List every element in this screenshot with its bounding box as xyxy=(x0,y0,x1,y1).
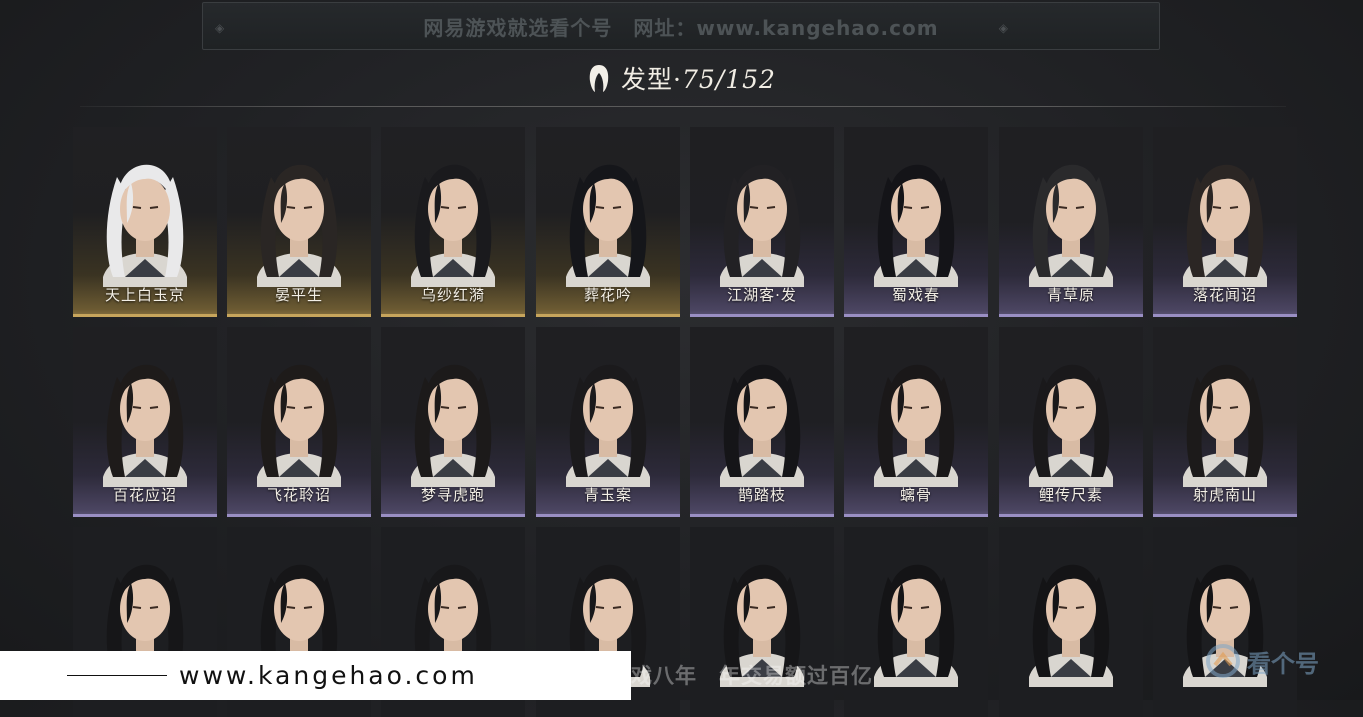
hairstyle-portrait xyxy=(257,164,341,287)
hairstyle-name: 鲤传尺素 xyxy=(1038,486,1103,504)
hairstyle-card[interactable]: 落花闻诏 xyxy=(1153,127,1297,317)
hairstyle-name: 飞花聆诏 xyxy=(266,486,331,504)
hairstyle-card[interactable]: 青草原 xyxy=(999,127,1143,317)
hairstyle-card[interactable]: 葬花吟 xyxy=(536,127,680,317)
banner-ornament-icon: ◈ xyxy=(998,21,1009,35)
watermark-footer: www.kangehao.com xyxy=(0,651,631,700)
title-label: 发型·75/152 xyxy=(621,65,776,94)
hairstyle-portrait xyxy=(566,164,650,287)
hairstyle-portrait xyxy=(1183,164,1267,287)
hairstyle-card[interactable]: 晏平生 xyxy=(227,127,371,317)
hairstyle-name: 葬花吟 xyxy=(583,286,632,304)
hairstyle-name: 梦寻虎跑 xyxy=(420,486,485,504)
hairstyle-portrait xyxy=(411,164,495,287)
logo-icon xyxy=(1206,644,1240,678)
hairstyle-name: 江湖客·发 xyxy=(727,286,797,304)
watermark-logo: 看个号 xyxy=(1205,636,1355,686)
hairstyle-card[interactable]: 乌纱红漪 xyxy=(381,127,525,317)
hairstyle-portrait xyxy=(566,364,650,487)
hairstyle-name: 乌纱红漪 xyxy=(420,286,485,304)
hairstyle-name: 天上白玉京 xyxy=(104,286,185,304)
footer-rule xyxy=(67,675,167,676)
hairstyle-portrait xyxy=(103,364,187,487)
hairstyle-card[interactable]: 江湖客·发 xyxy=(690,127,834,317)
hairstyle-card[interactable]: 射虎南山 xyxy=(1153,327,1297,517)
hairstyle-name: 百花应诏 xyxy=(112,486,177,504)
hairstyle-card[interactable]: 螭骨 xyxy=(844,327,988,517)
collection-count: 75/152 xyxy=(682,65,776,94)
hairstyle-card[interactable]: 蜀戏春 xyxy=(844,127,988,317)
hairstyle-name: 青玉案 xyxy=(583,486,632,504)
hairstyle-portrait xyxy=(1029,164,1113,287)
watermark-text: 网易游戏就选看个号 网址：www.kangehao.com xyxy=(423,15,939,40)
hairstyle-name: 螭骨 xyxy=(899,486,932,504)
hairstyle-name: 晏平生 xyxy=(274,286,323,304)
watermark-banner: ◈ 网易游戏就选看个号 网址：www.kangehao.com ◈ xyxy=(202,2,1160,50)
hairstyle-card[interactable]: 青玉案 xyxy=(536,327,680,517)
hairstyle-card[interactable]: 梦寻虎跑 xyxy=(381,327,525,517)
hairstyle-portrait xyxy=(257,364,341,487)
hairstyle-card[interactable]: 鹊踏枝 xyxy=(690,327,834,517)
logo-text: 看个号 xyxy=(1247,649,1319,678)
hairstyle-portrait xyxy=(874,364,958,487)
hairstyle-card[interactable]: 天上白玉京 xyxy=(73,127,217,317)
hairstyle-name: 蜀戏春 xyxy=(891,286,940,304)
hairstyle-card[interactable]: 百花应诏 xyxy=(73,327,217,517)
hairstyle-name: 落花闻诏 xyxy=(1192,286,1257,304)
page-title: 发型·75/152 xyxy=(0,58,1363,98)
title-divider xyxy=(80,106,1286,107)
hairstyle-portrait xyxy=(720,364,804,487)
hairstyle-portrait xyxy=(103,164,187,287)
hairstyle-portrait xyxy=(720,164,804,287)
hairstyle-name: 鹊踏枝 xyxy=(737,486,786,504)
hairstyle-card[interactable]: 飞花聆诏 xyxy=(227,327,371,517)
hairstyle-card[interactable]: 鲤传尺素 xyxy=(999,327,1143,517)
hairstyle-card[interactable] xyxy=(1153,527,1297,717)
hairstyle-card[interactable] xyxy=(999,527,1143,717)
hairstyle-portrait xyxy=(1183,364,1267,487)
hairstyle-icon xyxy=(589,65,609,92)
hairstyle-portrait xyxy=(1029,564,1113,687)
hairstyle-portrait xyxy=(1029,364,1113,487)
banner-ornament-icon: ◈ xyxy=(215,21,226,35)
hairstyle-name: 青草原 xyxy=(1046,286,1095,304)
footer-url: www.kangehao.com xyxy=(179,661,478,690)
hairstyle-portrait xyxy=(411,364,495,487)
hairstyle-name: 射虎南山 xyxy=(1192,486,1257,504)
hairstyle-portrait xyxy=(874,164,958,287)
